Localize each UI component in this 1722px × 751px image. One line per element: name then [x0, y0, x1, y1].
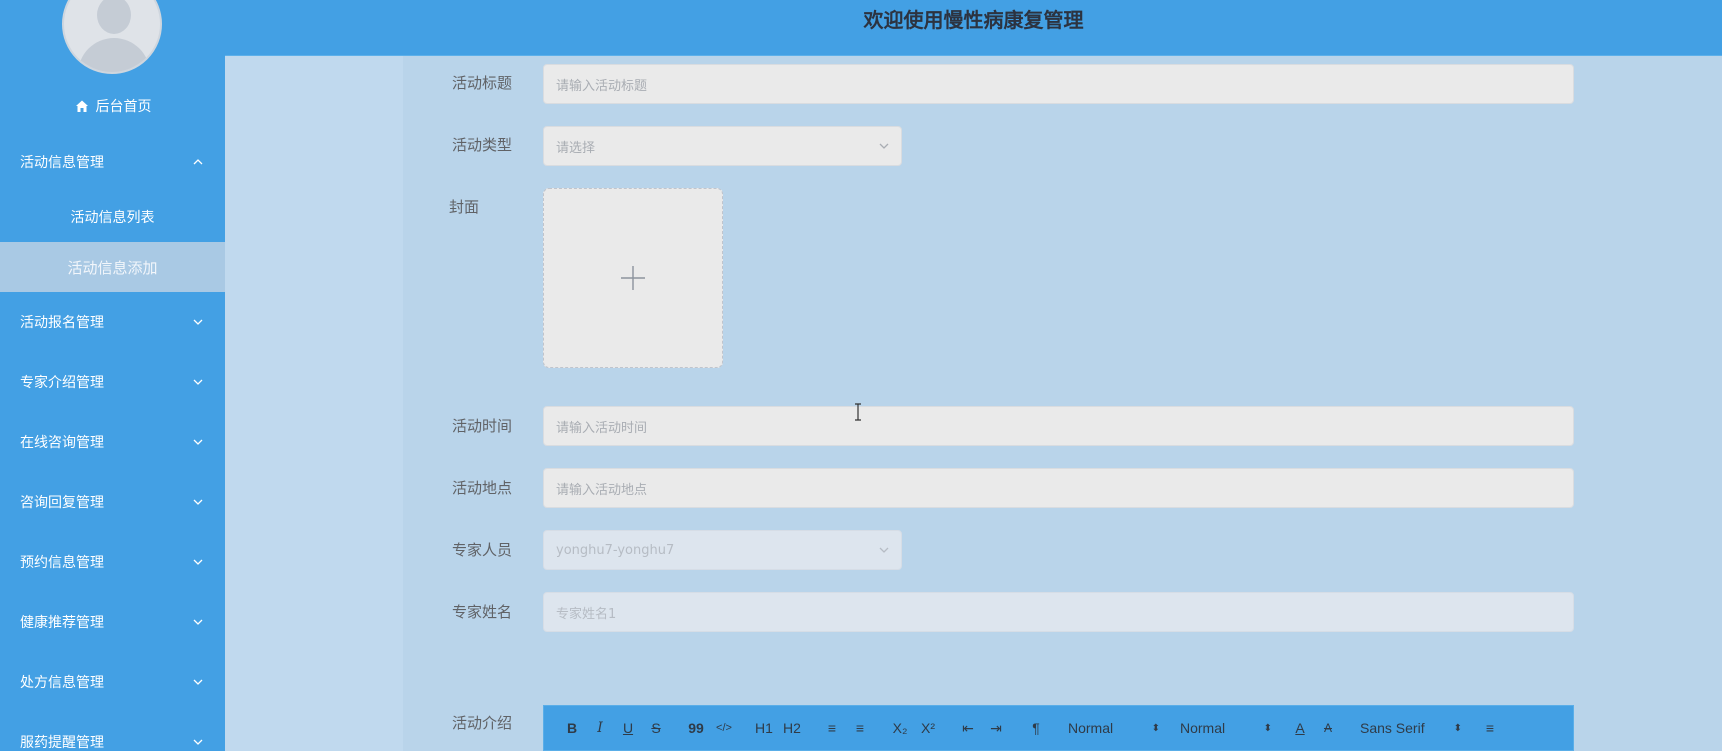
menu-health-recommend[interactable]: 健康推荐管理: [0, 597, 225, 647]
home-link-label: 后台首页: [95, 99, 152, 115]
bullet-list-button[interactable]: ≡: [846, 716, 874, 740]
chevron-up-icon: [193, 159, 203, 165]
time-placeholder: 请输入活动时间: [556, 420, 648, 436]
chevron-down-icon: [193, 739, 203, 745]
cover-upload[interactable]: [543, 188, 723, 368]
home-icon: [75, 100, 88, 112]
menu-label: 专家介绍管理: [20, 375, 104, 391]
text-direction-button[interactable]: ¶: [1022, 716, 1050, 740]
font-color-button[interactable]: A: [1286, 716, 1314, 740]
page-title: 欢迎使用慢性病康复管理: [863, 8, 1084, 32]
content-left-strip: [225, 56, 403, 751]
chevron-down-icon: [193, 439, 203, 445]
menu-activity-signup[interactable]: 活动报名管理: [0, 297, 225, 347]
header-picker[interactable]: Normal ⬍: [1180, 716, 1280, 740]
code-block-button[interactable]: </>: [710, 716, 738, 740]
chevron-down-icon: [193, 619, 203, 625]
chevron-down-icon: [193, 319, 203, 325]
outdent-button[interactable]: ⇤: [954, 716, 982, 740]
top-header: 欢迎使用慢性病康复管理: [225, 0, 1722, 56]
title-label: 活动标题: [451, 74, 512, 92]
font-picker[interactable]: Sans Serif ⬍: [1360, 716, 1470, 740]
location-label: 活动地点: [451, 479, 512, 497]
italic-button[interactable]: I: [586, 716, 614, 740]
chevron-down-icon: [879, 143, 889, 149]
menu-prescription[interactable]: 处方信息管理: [0, 657, 225, 707]
chevron-down-icon: [193, 499, 203, 505]
avatar-head-shape: [97, 0, 131, 34]
menu-label: 处方信息管理: [20, 675, 104, 691]
menu-label: 活动信息管理: [20, 155, 104, 171]
plus-icon: [621, 266, 645, 290]
type-select[interactable]: 请选择: [543, 126, 902, 166]
menu-appointment[interactable]: 预约信息管理: [0, 537, 225, 587]
expert-name-label: 专家姓名: [451, 603, 512, 621]
sub-item-label: 活动信息添加: [67, 258, 158, 277]
rich-text-toolbar: B I U S 99 </> H1 H2 ≡ ≡ X₂ X² ⇤ ⇥ ¶ Nor…: [543, 705, 1574, 751]
header2-button[interactable]: H2: [778, 716, 806, 740]
sub-item-label: 活动信息列表: [70, 210, 155, 226]
location-input[interactable]: 请输入活动地点: [543, 468, 1574, 508]
type-label: 活动类型: [451, 136, 512, 154]
title-input[interactable]: 请输入活动标题: [543, 64, 1574, 104]
underline-button[interactable]: U: [614, 716, 642, 740]
expert-label: 专家人员: [451, 541, 512, 559]
menu-consult-reply[interactable]: 咨询回复管理: [0, 477, 225, 527]
subscript-button[interactable]: X₂: [886, 716, 914, 740]
menu-medication-reminder[interactable]: 服药提醒管理: [0, 717, 225, 751]
menu-label: 服药提醒管理: [20, 735, 104, 751]
header1-button[interactable]: H1: [750, 716, 778, 740]
cover-label: 封面: [448, 198, 479, 216]
avatar[interactable]: [62, 0, 162, 74]
menu-label: 健康推荐管理: [20, 615, 104, 631]
intro-label: 活动介绍: [451, 714, 512, 732]
expert-value: yonghu7-yonghu7: [556, 542, 675, 558]
content-area: [225, 56, 1722, 751]
time-input[interactable]: 请输入活动时间: [543, 406, 1574, 446]
chevron-down-icon: [193, 559, 203, 565]
menu-expert-intro[interactable]: 专家介绍管理: [0, 357, 225, 407]
menu-label: 活动报名管理: [20, 315, 104, 331]
expert-name-input[interactable]: 专家姓名1: [543, 592, 1574, 632]
chevron-down-icon: [193, 379, 203, 385]
header-picker-value: Normal: [1180, 720, 1226, 736]
background-color-button[interactable]: A: [1314, 716, 1342, 740]
menu-label: 在线咨询管理: [20, 435, 104, 451]
home-link[interactable]: 后台首页: [0, 94, 225, 118]
strike-button[interactable]: S: [642, 716, 670, 740]
sidebar: 后台首页 活动信息管理 活动信息列表 活动信息添加 活动报名管理 专家介绍管理 …: [0, 0, 225, 751]
picker-arrows-icon: ⬍: [1453, 722, 1462, 734]
sub-item-activity-add[interactable]: 活动信息添加: [0, 242, 225, 292]
type-placeholder: 请选择: [556, 140, 596, 156]
size-picker[interactable]: Normal ⬍: [1068, 716, 1168, 740]
expert-name-value: 专家姓名1: [556, 606, 617, 622]
menu-online-consult[interactable]: 在线咨询管理: [0, 417, 225, 467]
chevron-down-icon: [193, 679, 203, 685]
sub-item-activity-list[interactable]: 活动信息列表: [0, 192, 225, 242]
location-placeholder: 请输入活动地点: [556, 482, 648, 498]
align-button[interactable]: ≡: [1476, 716, 1504, 740]
expert-select[interactable]: yonghu7-yonghu7: [543, 530, 902, 570]
menu-label: 咨询回复管理: [20, 495, 104, 511]
bold-button[interactable]: B: [558, 716, 586, 740]
title-placeholder: 请输入活动标题: [556, 78, 648, 94]
avatar-body-shape: [78, 38, 150, 72]
chevron-down-icon: [879, 547, 889, 553]
ordered-list-button[interactable]: ≡: [818, 716, 846, 740]
time-label: 活动时间: [451, 417, 512, 435]
blockquote-button[interactable]: 99: [682, 716, 710, 740]
size-picker-value: Normal: [1068, 720, 1114, 736]
menu-activity-info[interactable]: 活动信息管理: [0, 137, 225, 187]
font-picker-value: Sans Serif: [1360, 720, 1425, 736]
picker-arrows-icon: ⬍: [1151, 722, 1160, 734]
picker-arrows-icon: ⬍: [1263, 722, 1272, 734]
text-cursor-icon: [855, 403, 861, 421]
superscript-button[interactable]: X²: [914, 716, 942, 740]
menu-label: 预约信息管理: [20, 555, 104, 571]
indent-button[interactable]: ⇥: [982, 716, 1010, 740]
